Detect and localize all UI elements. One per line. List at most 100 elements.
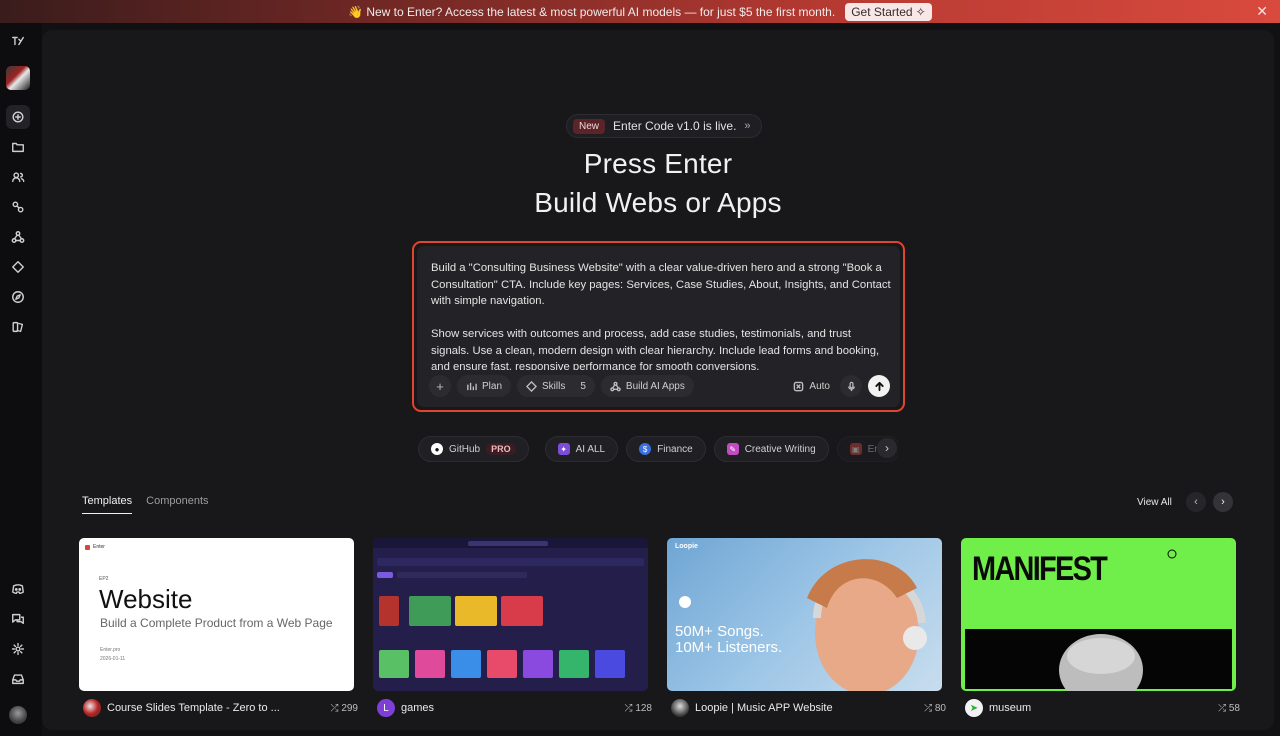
remix-value: 80 — [934, 702, 946, 714]
community-icon[interactable] — [6, 165, 30, 189]
model-selector[interactable]: Auto — [793, 381, 830, 392]
chevron-right-icon: › — [885, 441, 889, 455]
card-subheading: Build a Complete Product from a Web Page — [100, 616, 333, 630]
author-avatar: ➤ — [965, 699, 983, 717]
explore-icon[interactable] — [6, 285, 30, 309]
plan-button[interactable]: Plan — [457, 375, 512, 397]
build-ai-label: Build AI Apps — [625, 380, 685, 392]
museum-preview-art — [965, 549, 1232, 691]
add-attachment-button[interactable]: + — [429, 375, 451, 397]
remix-icon: ⤮ — [330, 702, 342, 714]
webhooks-icon[interactable] — [6, 225, 30, 249]
account-avatar[interactable] — [9, 706, 27, 724]
gallery-prev-button[interactable]: ‹ — [1186, 492, 1206, 512]
creative-writing-icon: ✎ — [726, 443, 739, 455]
chevron-right-icon: › — [1221, 496, 1225, 508]
close-icon[interactable]: ✕ — [1256, 3, 1268, 20]
card-brand: Enter — [85, 544, 105, 550]
template-title[interactable]: museum — [989, 702, 1164, 714]
tab-components[interactable]: Components — [146, 495, 208, 514]
card-episode: EP2 — [99, 576, 109, 582]
remix-count: ⤮ 299 — [331, 703, 358, 714]
model-label: Auto — [809, 380, 830, 392]
logo-icon[interactable] — [6, 29, 30, 53]
get-started-button[interactable]: Get Started ✧ — [845, 2, 932, 21]
new-tag: New — [573, 118, 606, 134]
remix-value: 299 — [341, 702, 358, 714]
remix-count: ⤮ 128 — [625, 703, 652, 714]
chips-next-button[interactable]: › — [877, 438, 897, 458]
microphone-button[interactable] — [840, 375, 862, 397]
skills-button[interactable]: Skills 5 — [517, 375, 595, 397]
skills-icon — [526, 380, 538, 392]
template-card-museum[interactable]: MANIFEST — [961, 538, 1236, 691]
author-avatar — [671, 699, 689, 717]
remix-icon: ⤮ — [624, 702, 636, 714]
template-card-games[interactable] — [373, 538, 648, 691]
sidebar-rail — [0, 23, 42, 736]
arrow-up-icon — [874, 381, 884, 391]
template-meta-loopie: Loopie | Music APP Website ⤮ 80 — [671, 698, 946, 718]
feedback-icon[interactable] — [6, 607, 30, 631]
discord-icon[interactable] — [6, 577, 30, 601]
games-preview — [373, 538, 648, 678]
remix-count: ⤮ 80 — [924, 703, 946, 714]
template-meta-course-slides: Course Slides Template - Zero to ... ⤮ 2… — [83, 698, 358, 718]
remix-value: 128 — [635, 702, 652, 714]
card-brand-label: Enter — [93, 544, 105, 550]
template-card-loopie[interactable]: Loopie 50M+ Songs. 10M+ Listeners. — [667, 538, 942, 691]
loopie-preview-art — [679, 559, 927, 691]
chip-creative-writing[interactable]: ✎ Creative Writing — [713, 436, 829, 462]
hero-title-line1: Press Enter — [583, 148, 733, 179]
template-meta-museum: ➤ museum ⤮ 58 — [965, 698, 1240, 718]
view-all-link[interactable]: View All — [1137, 497, 1172, 508]
chat-icon[interactable] — [6, 105, 30, 129]
template-title[interactable]: Course Slides Template - Zero to ... — [107, 702, 282, 714]
build-ai-apps-button[interactable]: Build AI Apps — [600, 375, 694, 397]
chip-github[interactable]: ● GitHub PRO — [418, 436, 529, 462]
build-ai-icon — [610, 381, 621, 391]
settings-icon[interactable] — [6, 637, 30, 661]
card-footer-date: 2026-01-11 — [100, 656, 126, 662]
loopie-headline-1: 50M+ Songs. — [675, 623, 764, 640]
double-chevron-icon: » — [744, 120, 751, 132]
gallery-tabs: Templates Components — [82, 495, 209, 514]
composer-toolbar: + Plan Skills 5 Build AI Apps Auto — [429, 375, 890, 397]
template-title[interactable]: Loopie | Music APP Website — [695, 702, 870, 714]
author-avatar — [83, 699, 101, 717]
promo-banner: 👋 New to Enter? Access the latest & most… — [0, 0, 1280, 23]
hero-title-line2: Build Webs or Apps — [534, 187, 782, 218]
microphone-icon — [847, 381, 855, 391]
skills-icon[interactable] — [6, 255, 30, 279]
integrations-icon[interactable] — [6, 195, 30, 219]
plan-label: Plan — [482, 380, 503, 392]
ai-all-icon: ✦ — [557, 443, 570, 455]
template-card-course-slides[interactable]: Enter EP2 Website Build a Complete Produ… — [79, 538, 354, 691]
chip-finance-label: Finance — [657, 443, 693, 455]
card-footer: Enter.pro 2026-01-11 — [100, 646, 125, 664]
projects-icon[interactable] — [6, 135, 30, 159]
prompt-textarea[interactable]: Build a "Consulting Business Website" wi… — [431, 260, 891, 370]
tab-templates[interactable]: Templates — [82, 495, 133, 514]
author-avatar: L — [377, 699, 395, 717]
plan-icon — [467, 382, 477, 390]
send-button[interactable] — [868, 375, 890, 397]
prompt-composer[interactable]: Build a "Consulting Business Website" wi… — [412, 241, 905, 412]
library-icon[interactable] — [6, 315, 30, 339]
chip-ai-all[interactable]: ✦ AI ALL — [544, 436, 619, 462]
plus-icon: + — [436, 378, 444, 394]
template-meta-games: L games ⤮ 128 — [377, 698, 652, 718]
announcement-pill[interactable]: New Enter Code v1.0 is live. » — [566, 114, 762, 138]
gallery-next-button[interactable]: › — [1213, 492, 1233, 512]
template-title[interactable]: games — [401, 702, 576, 714]
model-icon — [794, 381, 804, 391]
prompt-paragraph-2: Show services with outcomes and process,… — [431, 328, 880, 370]
card-footer-site: Enter.pro — [100, 647, 121, 653]
skills-label: Skills — [542, 380, 566, 392]
remix-icon: ⤮ — [924, 702, 935, 714]
remix-icon: ⤮ — [1218, 702, 1229, 714]
chip-finance[interactable]: $ Finance — [626, 436, 706, 462]
inbox-icon[interactable] — [6, 667, 30, 691]
user-avatar[interactable] — [6, 66, 30, 90]
remix-count: ⤮ 58 — [1218, 703, 1240, 714]
